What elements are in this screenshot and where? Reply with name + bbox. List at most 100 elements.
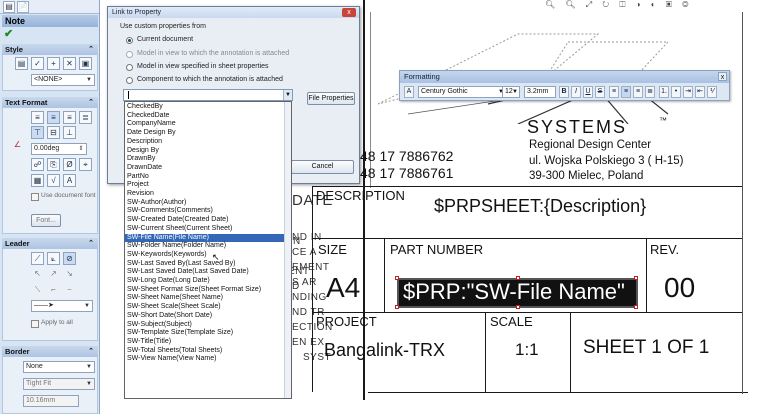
list-item[interactable]: Description bbox=[125, 138, 285, 147]
description-value[interactable]: $PRPSHEET:{Description} bbox=[434, 196, 646, 217]
multi-jog-leader-icon[interactable]: ⟀ bbox=[47, 252, 60, 265]
radio-model-in-sheet-properties[interactable] bbox=[126, 64, 133, 71]
dialog-title[interactable]: Link to Property bbox=[108, 7, 359, 18]
list-item[interactable]: SW-Sheet Format Size(Sheet Format Size) bbox=[125, 286, 285, 295]
border-dim-input[interactable]: 10.16mm bbox=[23, 395, 79, 407]
list-item[interactable]: SW-Folder Name(Folder Name) bbox=[125, 242, 285, 251]
list-item[interactable]: DrawnDate bbox=[125, 164, 285, 173]
radio-component-attached[interactable] bbox=[126, 77, 133, 84]
list-item[interactable]: PartNo bbox=[125, 173, 285, 182]
list-item[interactable]: SW-Author(Author) bbox=[125, 199, 285, 208]
chevron-down-icon[interactable]: ▼ bbox=[283, 90, 292, 100]
list-item[interactable]: SW-Created Date(Created Date) bbox=[125, 216, 285, 225]
file-properties-button[interactable]: File Properties bbox=[307, 92, 355, 105]
property-combo-box[interactable]: ▼ bbox=[123, 89, 293, 101]
close-icon[interactable]: x bbox=[342, 8, 356, 17]
straight-leader-icon[interactable]: ⟍ bbox=[31, 284, 44, 297]
list-item[interactable]: SW-Long Date(Long Date) bbox=[125, 277, 285, 286]
font-select[interactable]: Century Gothic▼ bbox=[418, 86, 506, 98]
leader-left-icon[interactable]: ↖ bbox=[31, 268, 44, 281]
add-style-icon[interactable]: + bbox=[47, 57, 60, 70]
outdent-icon[interactable]: ⇤ bbox=[695, 86, 705, 98]
leader-right-icon[interactable]: ↗ bbox=[47, 268, 60, 281]
formatting-title[interactable]: Formatting bbox=[400, 71, 729, 83]
selection-handle[interactable] bbox=[395, 276, 399, 280]
datum-feature-icon[interactable]: A bbox=[63, 174, 76, 187]
leader-section-header[interactable]: Leader ⌃ bbox=[2, 238, 98, 249]
radio-current-document[interactable] bbox=[126, 37, 133, 44]
heads-up-view-toolbar[interactable]: 🔍︎ 🔍︎ ⤢ ↻ ◫ ◑ ◐ ▣ ◎ bbox=[545, 0, 760, 10]
list-item-selected[interactable]: SW-File Name(File Name) bbox=[125, 233, 285, 243]
border-section-header[interactable]: Border ⌃ bbox=[2, 346, 98, 357]
style-section-header[interactable]: Style ⌃ bbox=[2, 44, 98, 55]
apply-to-all-checkbox[interactable] bbox=[31, 320, 39, 328]
list-item[interactable]: Revision bbox=[125, 190, 285, 199]
list-item[interactable]: CheckedDate bbox=[125, 112, 285, 121]
justify-icon[interactable]: ≣ bbox=[645, 86, 655, 98]
valign-top-icon[interactable]: ⊤ bbox=[31, 126, 44, 139]
text-style-icon[interactable]: A bbox=[404, 86, 414, 98]
lock-pin-icon[interactable]: ⌖ bbox=[79, 158, 92, 171]
arrow-style-select[interactable]: ——➤ ▼ bbox=[31, 300, 93, 312]
tab-feature-tree-icon[interactable]: 📄 bbox=[17, 1, 29, 13]
valign-bottom-icon[interactable]: ⊥ bbox=[63, 126, 76, 139]
list-item[interactable]: SW-Comments(Comments) bbox=[125, 207, 285, 216]
selection-handle[interactable] bbox=[634, 276, 638, 280]
add-symbol-icon[interactable]: Ø bbox=[63, 158, 76, 171]
selection-handle[interactable] bbox=[516, 276, 520, 280]
list-item[interactable]: Design By bbox=[125, 147, 285, 156]
bent-leader-icon[interactable]: ⌐ bbox=[47, 284, 60, 297]
align-right-icon[interactable]: ≡ bbox=[63, 111, 76, 124]
list-item[interactable]: SW-Sheet Scale(Sheet Scale) bbox=[125, 303, 285, 312]
insert-gtol-icon[interactable]: ▦ bbox=[31, 174, 44, 187]
save-style-icon[interactable]: ▣ bbox=[79, 57, 92, 70]
apply-style-icon[interactable]: ✓ bbox=[31, 57, 44, 70]
list-item[interactable]: CheckedBy bbox=[125, 103, 285, 112]
list-item[interactable]: Project bbox=[125, 181, 285, 190]
indent-icon[interactable]: ⇥ bbox=[683, 86, 693, 98]
leader-icon[interactable]: ⟋ bbox=[31, 252, 44, 265]
list-item[interactable]: SW-Last Saved By(Last Saved By) bbox=[125, 260, 285, 269]
underline-icon[interactable]: U bbox=[583, 86, 593, 98]
list-item[interactable]: SW-Total Sheets(Total Sheets) bbox=[125, 347, 285, 356]
font-button[interactable]: Font... bbox=[31, 214, 61, 227]
radio-model-in-view-attached[interactable] bbox=[126, 51, 133, 58]
list-item[interactable]: SW-Short Date(Short Date) bbox=[125, 312, 285, 321]
list-item[interactable]: SW-Title(Title) bbox=[125, 338, 285, 347]
insert-hyperlink-icon[interactable]: ☍ bbox=[31, 158, 44, 171]
list-item[interactable]: SW-Template Size(Template Size) bbox=[125, 329, 285, 338]
list-item[interactable]: DrawnBy bbox=[125, 155, 285, 164]
list-item[interactable]: SW-Last Saved Date(Last Saved Date) bbox=[125, 268, 285, 277]
list-item[interactable]: SW-Subject(Subject) bbox=[125, 321, 285, 330]
bold-icon[interactable]: B bbox=[559, 86, 569, 98]
numbered-list-icon[interactable]: ⒈ bbox=[659, 86, 669, 98]
border-size-select[interactable]: Tight Fit ▼ bbox=[23, 378, 95, 390]
list-item[interactable]: SW-View Name(View Name) bbox=[125, 355, 285, 364]
surface-finish-icon[interactable]: √ bbox=[47, 174, 60, 187]
ok-check-icon[interactable]: ✔ bbox=[4, 27, 16, 40]
list-item[interactable]: SW-Sheet Name(Sheet Name) bbox=[125, 294, 285, 303]
no-leader-icon[interactable]: ⊘ bbox=[63, 252, 76, 265]
link-to-property-icon[interactable]: ⎘ bbox=[47, 158, 60, 171]
align-right-icon[interactable]: ≡ bbox=[633, 86, 643, 98]
align-left-icon[interactable]: ≡ bbox=[609, 86, 619, 98]
font-size-select[interactable]: 12 ▼ bbox=[502, 86, 520, 98]
justify-icon[interactable]: ≣ bbox=[79, 111, 92, 124]
part-number-note[interactable]: $PRP:"SW-File Name" bbox=[403, 279, 625, 305]
list-item[interactable]: SW-Current Sheet(Current Sheet) bbox=[125, 225, 285, 234]
style-select[interactable]: <NONE> ▼ bbox=[31, 74, 95, 86]
align-center-icon[interactable]: ≡ bbox=[621, 86, 631, 98]
stack-icon[interactable]: ⅟ bbox=[707, 86, 717, 98]
strikethrough-icon[interactable]: S bbox=[595, 86, 605, 98]
angle-input[interactable]: 0.00deg ⇕ bbox=[31, 143, 87, 155]
underline-leader-icon[interactable]: ⎯ bbox=[63, 284, 76, 297]
list-item[interactable]: SW-Keywords(Keywords) bbox=[125, 251, 285, 260]
list-item[interactable]: Date Design By bbox=[125, 129, 285, 138]
selection-handle[interactable] bbox=[634, 305, 638, 309]
close-icon[interactable]: x bbox=[718, 72, 727, 81]
border-style-select[interactable]: None ▼ bbox=[23, 361, 95, 373]
tab-property-manager-icon[interactable]: ▤ bbox=[3, 1, 15, 13]
char-height-input[interactable]: 3.2mm bbox=[524, 86, 556, 98]
italic-icon[interactable]: I bbox=[571, 86, 581, 98]
leader-nearest-icon[interactable]: ↘ bbox=[63, 268, 76, 281]
